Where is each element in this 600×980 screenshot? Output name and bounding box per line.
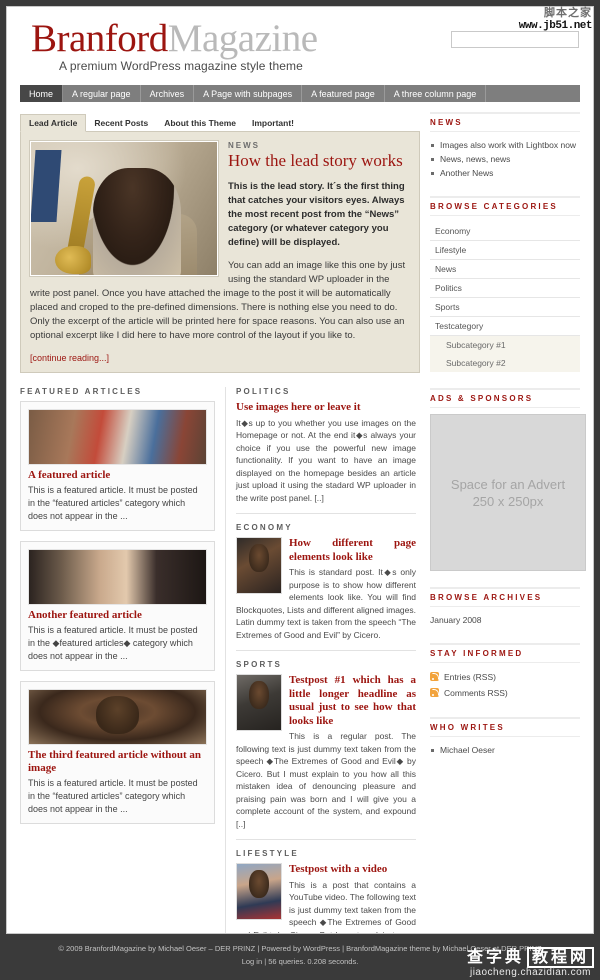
page-body: Lead Article Recent Posts About this The… (7, 102, 593, 933)
list-item[interactable]: Images also work with Lightbox now (430, 138, 580, 152)
site-page: BranfordMagazine A premium WordPress mag… (6, 6, 594, 934)
featured-article-card[interactable]: Another featured article This is a featu… (20, 541, 215, 671)
advert-line-1: Space for an Advert (450, 476, 566, 492)
category-kicker-politics: POLITICS (236, 387, 291, 396)
category-item-testcategory[interactable]: Testcategory (430, 317, 580, 336)
widget-stay-informed: STAY INFORMED Entries (RSS) Comments RSS… (430, 643, 580, 701)
rss-icon (430, 688, 439, 697)
category-kicker-lifestyle: LIFESTYLE (236, 849, 299, 858)
main-navigation[interactable]: Home A regular page Archives A Page with… (20, 85, 580, 102)
featured-article-title[interactable]: A featured article (28, 469, 207, 482)
widget-stay-informed-heading: STAY INFORMED (430, 643, 580, 663)
featured-article-image[interactable] (28, 689, 207, 745)
widget-news: NEWS Images also work with Lightbox now … (430, 112, 580, 180)
featured-article-image[interactable] (28, 409, 207, 465)
category-post: POLITICS Use images here or leave it It◆… (236, 387, 416, 514)
tab-bar[interactable]: Lead Article Recent Posts About this The… (20, 112, 420, 132)
rss-comments-link[interactable]: Comments RSS) (430, 685, 580, 701)
widget-browse-archives: BROWSE ARCHIVES January 2008 (430, 587, 580, 627)
nav-item-regular-page[interactable]: A regular page (63, 85, 141, 102)
category-post: ECONOMY How different page elements look… (236, 523, 416, 651)
category-item-politics[interactable]: Politics (430, 279, 580, 298)
featured-articles-column: FEATURED ARTICLES A featured article Thi… (20, 387, 225, 933)
author-item[interactable]: Michael Oeser (430, 743, 580, 757)
featured-article-excerpt: This is a featured article. It must be p… (28, 485, 198, 521)
category-post: LIFESTYLE Testpost with a video This is … (236, 849, 416, 933)
search-form[interactable] (451, 29, 579, 48)
lead-article-panel: NEWS How the lead story works This is th… (20, 132, 420, 373)
categories-list: Economy Lifestyle News Politics Sports T… (430, 222, 580, 372)
nav-item-archives[interactable]: Archives (141, 85, 195, 102)
category-item-economy[interactable]: Economy (430, 222, 580, 241)
category-post-thumbnail[interactable] (236, 863, 282, 920)
featured-article-card[interactable]: The third featured article without an im… (20, 681, 215, 824)
archive-item[interactable]: January 2008 (430, 613, 580, 627)
footer-meta: Log in | 56 queries. 0.208 seconds. (241, 957, 359, 966)
featured-article-card[interactable]: A featured article This is a featured ar… (20, 401, 215, 531)
rss-comments-label: Comments RSS) (444, 688, 508, 698)
category-item-lifestyle[interactable]: Lifestyle (430, 241, 580, 260)
list-item[interactable]: News, news, news (430, 152, 580, 166)
tab-lead-article[interactable]: Lead Article (20, 114, 87, 132)
continue-reading-link[interactable]: [continue reading...] (30, 343, 410, 363)
tab-about-this-theme[interactable]: About this Theme (156, 115, 244, 131)
rss-icon (430, 672, 439, 681)
category-item-sports[interactable]: Sports (430, 298, 580, 317)
featured-articles-heading: FEATURED ARTICLES (20, 387, 143, 396)
category-post-thumbnail[interactable] (236, 674, 282, 731)
nav-item-page-with-subpages[interactable]: A Page with subpages (194, 85, 303, 102)
category-item-subcategory-2[interactable]: Subcategory #2 (430, 354, 580, 372)
widget-who-writes-heading: WHO WRITES (430, 717, 580, 737)
widget-browse-categories: BROWSE CATEGORIES Economy Lifestyle News… (430, 196, 580, 372)
footer-copyright: © 2009 BranfordMagazine by Michael Oeser… (58, 944, 542, 953)
authors-list: Michael Oeser (430, 743, 580, 757)
widget-ads-sponsors: ADS & SPONSORS Space for an Advert 250 x… (430, 388, 586, 571)
featured-article-title[interactable]: Another featured article (28, 609, 207, 622)
featured-article-title[interactable]: The third featured article without an im… (28, 749, 207, 775)
category-kicker-sports: SPORTS (236, 660, 283, 669)
widget-archives-heading: BROWSE ARCHIVES (430, 587, 580, 607)
nav-item-three-column-page[interactable]: A three column page (385, 85, 487, 102)
logo-magazine: Magazine (167, 17, 318, 60)
rss-entries-link[interactable]: Entries (RSS) (430, 669, 580, 685)
sidebar: NEWS Images also work with Lightbox now … (420, 112, 586, 933)
widget-who-writes: WHO WRITES Michael Oeser (430, 717, 580, 757)
advert-line-2: 250 x 250px (472, 493, 544, 509)
tab-recent-posts[interactable]: Recent Posts (86, 115, 156, 131)
rss-entries-label: Entries (RSS) (444, 672, 496, 682)
search-input[interactable] (451, 31, 579, 48)
advert-placeholder[interactable]: Space for an Advert 250 x 250px (430, 414, 586, 571)
lower-content: FEATURED ARTICLES A featured article Thi… (20, 387, 420, 933)
site-footer: © 2009 BranfordMagazine by Michael Oeser… (0, 934, 600, 980)
category-kicker-economy: ECONOMY (236, 523, 293, 532)
content-column: Lead Article Recent Posts About this The… (20, 112, 420, 933)
site-tagline: A premium WordPress magazine style theme (59, 59, 303, 73)
featured-article-image[interactable] (28, 549, 207, 605)
featured-article-excerpt: This is a featured article. It must be p… (28, 625, 198, 661)
category-post-excerpt: It◆s up to you whether you use images on… (236, 417, 416, 503)
category-post: SPORTS Testpost #1 which has a little lo… (236, 660, 416, 840)
category-post-thumbnail[interactable] (236, 537, 282, 594)
logo-branford: Branford (31, 17, 168, 60)
tab-important[interactable]: Important! (244, 115, 302, 131)
site-header: BranfordMagazine A premium WordPress mag… (7, 7, 593, 85)
featured-article-excerpt: This is a featured article. It must be p… (28, 778, 198, 814)
category-post-excerpt: This is a regular post. The following te… (236, 731, 416, 829)
nav-item-home[interactable]: Home (20, 85, 64, 102)
category-item-news[interactable]: News (430, 260, 580, 279)
widget-categories-heading: BROWSE CATEGORIES (430, 196, 580, 216)
category-posts-column: POLITICS Use images here or leave it It◆… (225, 387, 416, 933)
nav-item-featured-page[interactable]: A featured page (302, 85, 385, 102)
list-item[interactable]: Another News (430, 166, 580, 180)
category-post-title[interactable]: Use images here or leave it (236, 401, 416, 415)
category-item-subcategory-1[interactable]: Subcategory #1 (430, 336, 580, 354)
lead-article-image[interactable] (29, 140, 219, 277)
widget-news-heading: NEWS (430, 112, 580, 132)
news-list: Images also work with Lightbox now News,… (430, 138, 580, 180)
widget-ads-heading: ADS & SPONSORS (430, 388, 580, 408)
